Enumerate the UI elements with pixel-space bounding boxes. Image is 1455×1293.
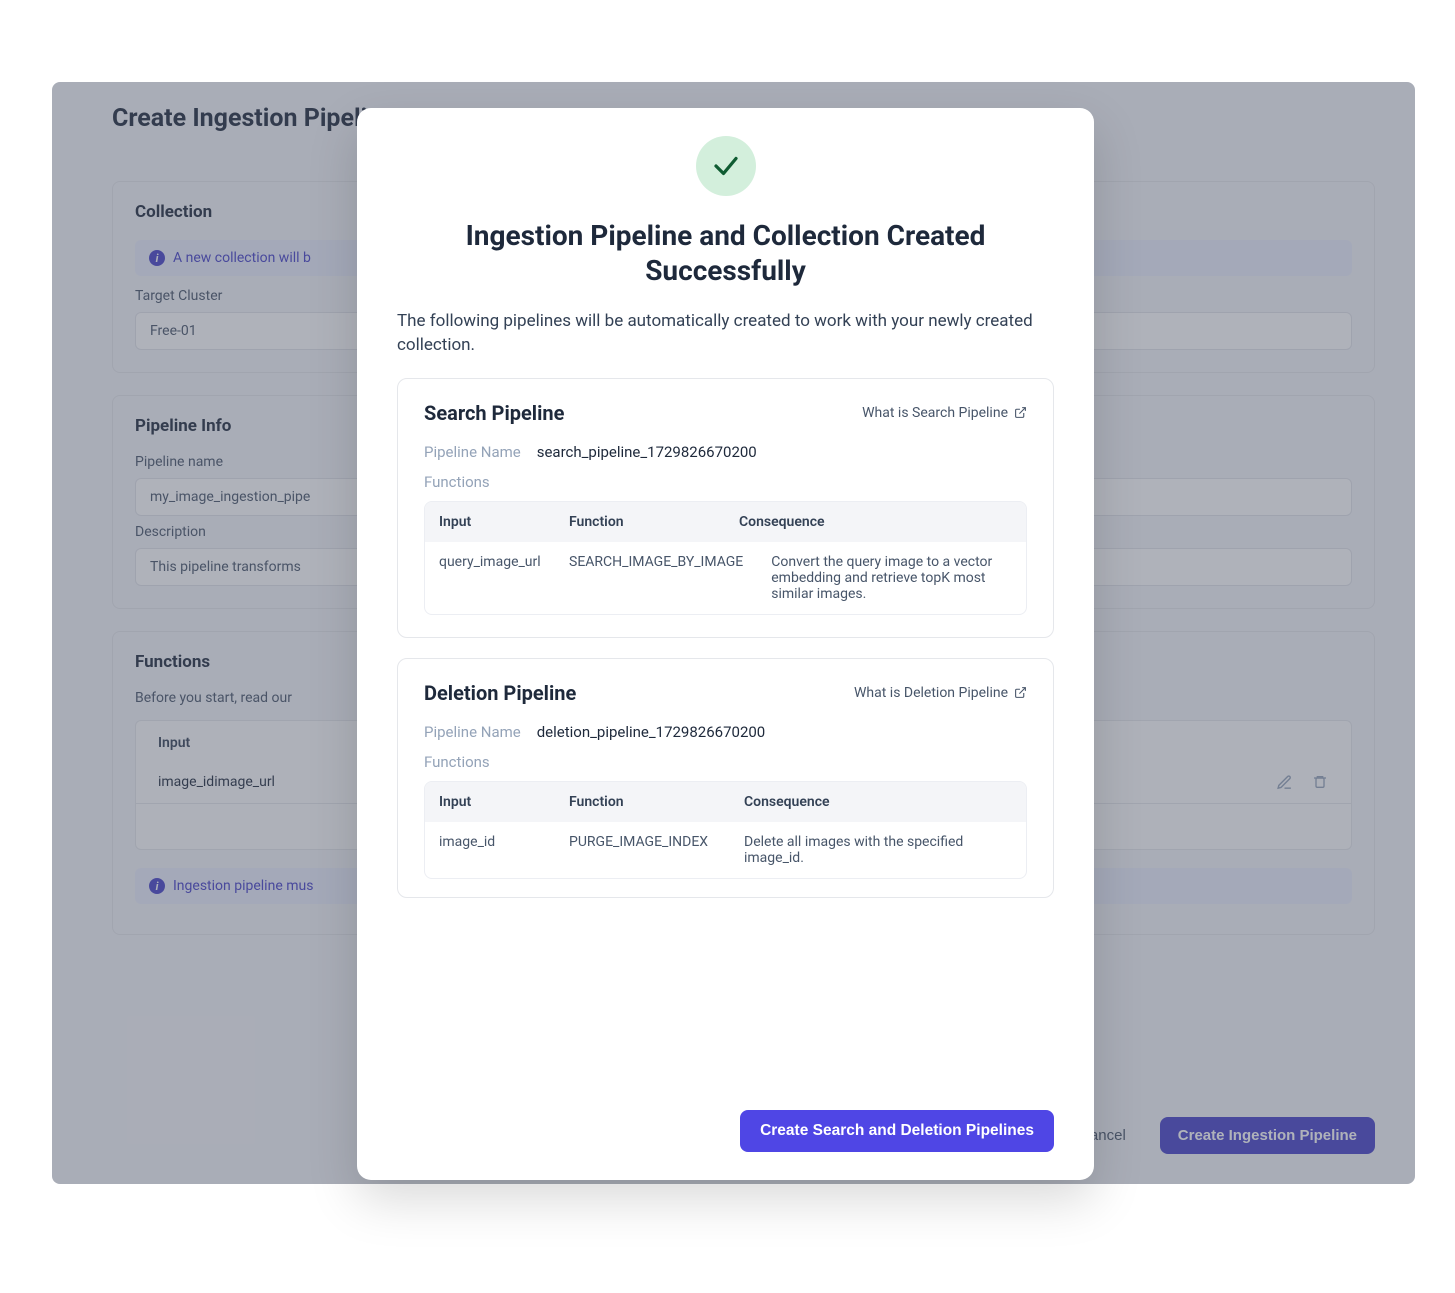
create-pipelines-button[interactable]: Create Search and Deletion Pipelines [740, 1110, 1054, 1152]
search-functions-label: Functions [424, 473, 1027, 491]
modal-lead: The following pipelines will be automati… [397, 310, 1054, 358]
success-check-icon [696, 136, 756, 196]
success-modal: Ingestion Pipeline and Collection Create… [357, 108, 1094, 1180]
search-pipe-name-value: search_pipeline_1729826670200 [537, 443, 757, 461]
deletion-pipe-name-value: deletion_pipeline_1729826670200 [537, 723, 766, 741]
col-input: Input [425, 782, 555, 822]
what-is-deletion-link[interactable]: What is Deletion Pipeline [854, 685, 1027, 701]
external-link-icon [1014, 406, 1027, 419]
col-consequence: Consequence [725, 502, 1026, 542]
search-functions-table: Input Function Consequence query_image_u… [424, 501, 1027, 615]
table-row: query_image_url SEARCH_IMAGE_BY_IMAGE Co… [425, 542, 1026, 614]
deletion-pipeline-card: Deletion Pipeline What is Deletion Pipel… [397, 658, 1054, 898]
deletion-pipeline-heading: Deletion Pipeline [424, 681, 576, 705]
cell-consequence: Delete all images with the specified ima… [730, 822, 1026, 878]
what-is-search-link[interactable]: What is Search Pipeline [862, 405, 1027, 421]
what-is-deletion-text: What is Deletion Pipeline [854, 685, 1008, 701]
modal-title: Ingestion Pipeline and Collection Create… [397, 218, 1054, 288]
search-pipeline-heading: Search Pipeline [424, 401, 564, 425]
external-link-icon [1014, 686, 1027, 699]
deletion-pipe-name-label: Pipeline Name [424, 723, 521, 741]
col-function: Function [555, 502, 725, 542]
col-function: Function [555, 782, 730, 822]
deletion-functions-table: Input Function Consequence image_id PURG… [424, 781, 1027, 879]
col-input: Input [425, 502, 555, 542]
cell-input: query_image_url [425, 542, 555, 614]
cell-consequence: Convert the query image to a vector embe… [757, 542, 1026, 614]
cell-function: SEARCH_IMAGE_BY_IMAGE [555, 542, 757, 614]
what-is-search-text: What is Search Pipeline [862, 405, 1008, 421]
search-pipeline-card: Search Pipeline What is Search Pipeline … [397, 378, 1054, 638]
search-pipe-name-label: Pipeline Name [424, 443, 521, 461]
cell-input: image_id [425, 822, 555, 878]
col-consequence: Consequence [730, 782, 1026, 822]
cell-function: PURGE_IMAGE_INDEX [555, 822, 730, 878]
deletion-functions-label: Functions [424, 753, 1027, 771]
table-row: image_id PURGE_IMAGE_INDEX Delete all im… [425, 822, 1026, 878]
